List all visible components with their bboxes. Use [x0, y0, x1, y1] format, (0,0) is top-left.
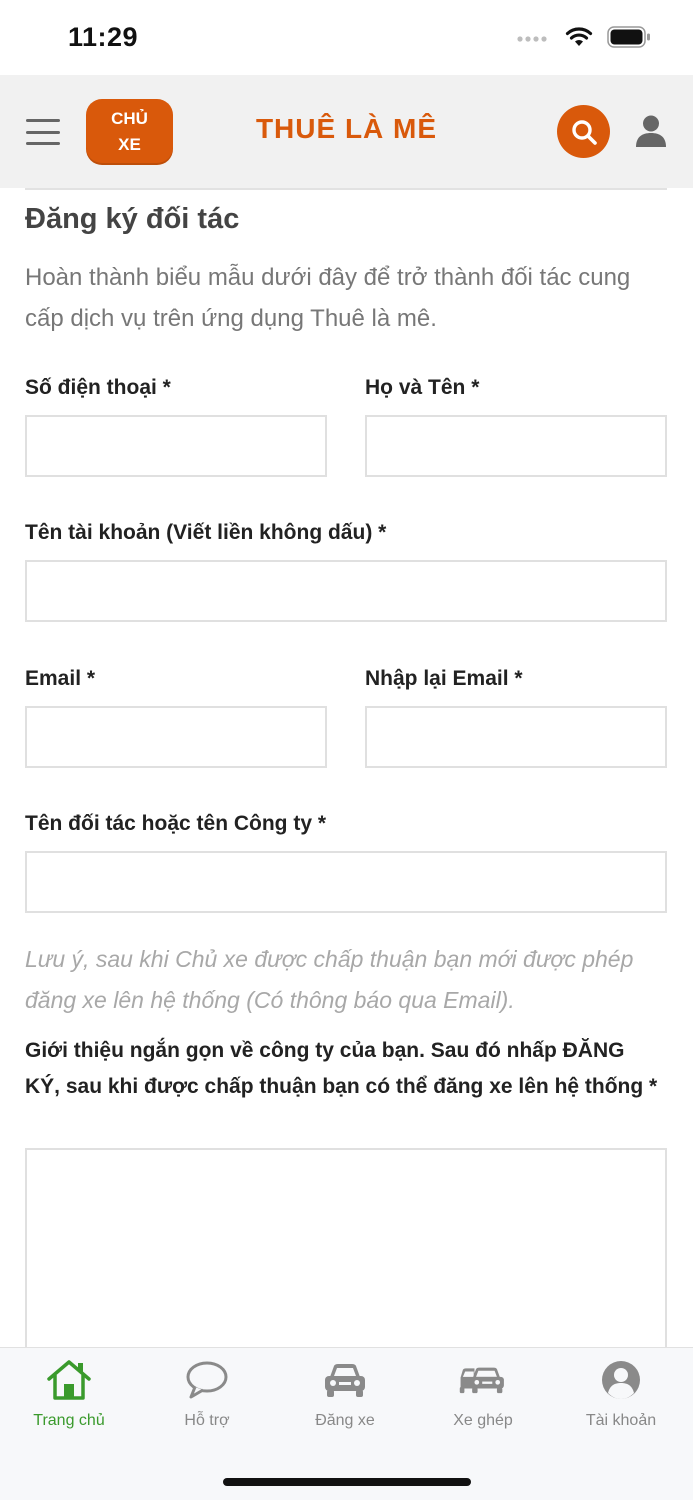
- page-title: Đăng ký đối tác: [25, 203, 240, 235]
- signal-icon: [517, 36, 547, 42]
- tab-carpool-label: Xe ghép: [453, 1412, 513, 1429]
- status-indicators: [517, 26, 651, 48]
- username-field[interactable]: [25, 560, 667, 622]
- tab-post-car[interactable]: Đăng xe: [276, 1358, 414, 1430]
- owner-badge-line1: CHỦ: [111, 109, 148, 128]
- tab-post-car-label: Đăng xe: [315, 1412, 375, 1429]
- home-icon: [47, 1360, 91, 1400]
- username-label: Tên tài khoản (Viết liền không dấu) *: [25, 521, 387, 544]
- status-bar: 11:29: [0, 0, 693, 75]
- phone-field[interactable]: [25, 415, 327, 477]
- company-intro-textarea[interactable]: [25, 1148, 667, 1348]
- user-icon: [636, 115, 666, 147]
- home-indicator: [223, 1478, 471, 1486]
- company-intro-label: Giới thiệu ngắn gọn về công ty của bạn. …: [25, 1039, 658, 1098]
- email-confirm-field[interactable]: [365, 706, 667, 768]
- wifi-icon: [565, 27, 593, 46]
- tab-home-label: Trang chủ: [33, 1412, 105, 1429]
- fullname-field[interactable]: [365, 415, 667, 477]
- approval-note: Lưu ý, sau khi Chủ xe được chấp thuận bạ…: [25, 946, 634, 1013]
- intro-text: Hoàn thành biểu mẫu dưới đây để trở thàn…: [25, 264, 631, 332]
- company-label: Tên đối tác hoặc tên Công ty *: [25, 812, 327, 835]
- owner-badge-line2: XE: [118, 135, 141, 154]
- email-confirm-label: Nhập lại Email *: [365, 667, 523, 690]
- phone-label: Số điện thoại *: [25, 376, 171, 399]
- status-time: 11:29: [68, 22, 139, 52]
- company-field[interactable]: [25, 851, 667, 913]
- email-label: Email *: [25, 667, 96, 690]
- tab-support-label: Hỗ trợ: [184, 1412, 230, 1429]
- hamburger-menu-icon[interactable]: [26, 119, 60, 145]
- car-icon: [325, 1364, 365, 1397]
- content-divider: [25, 188, 667, 190]
- tab-account[interactable]: Tài khoản: [552, 1358, 690, 1430]
- search-icon: [571, 119, 597, 145]
- tab-support[interactable]: Hỗ trợ: [138, 1358, 276, 1430]
- tab-account-label: Tài khoản: [585, 1412, 657, 1429]
- battery-icon: [607, 26, 650, 48]
- search-button[interactable]: [557, 105, 610, 158]
- app-header: CHỦ XE THUÊ LÀ MÊ: [0, 75, 693, 188]
- account-circle-icon: [602, 1361, 640, 1399]
- user-profile-button[interactable]: [633, 113, 669, 149]
- email-field[interactable]: [25, 706, 327, 768]
- tab-home[interactable]: Trang chủ: [0, 1358, 138, 1430]
- chat-bubble-icon: [186, 1361, 228, 1399]
- owner-mode-button[interactable]: CHỦ XE: [86, 99, 173, 165]
- fullname-label: Họ và Tên *: [365, 376, 480, 399]
- two-cars-icon: [459, 1367, 504, 1394]
- tab-carpool[interactable]: Xe ghép: [414, 1358, 552, 1430]
